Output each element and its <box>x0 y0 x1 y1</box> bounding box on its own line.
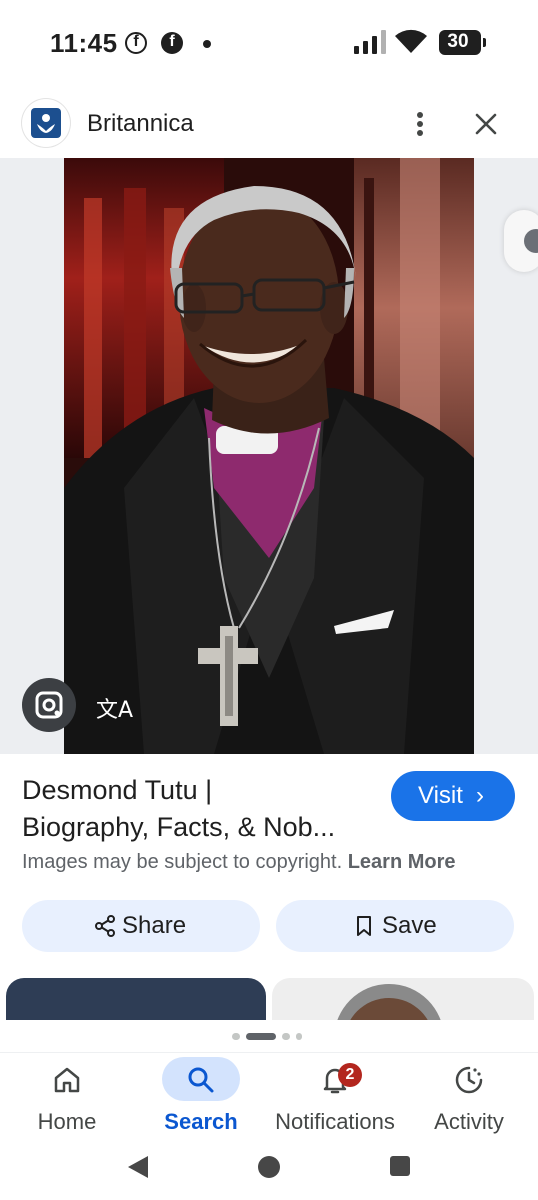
visit-button[interactable]: Visit › <box>391 771 515 821</box>
save-label: Save <box>382 912 437 939</box>
nav-notifications-label: Notifications <box>275 1109 395 1134</box>
nav-home[interactable]: Home <box>0 1053 134 1143</box>
google-lens-icon[interactable] <box>22 678 76 732</box>
status-time: 11:45 <box>50 28 118 58</box>
home-icon <box>54 1067 80 1093</box>
result-title[interactable]: Desmond Tutu | Biography, Facts, & Nob..… <box>22 772 382 846</box>
nav-activity-label: Activity <box>434 1109 504 1134</box>
bookmark-icon <box>357 916 371 936</box>
next-image-peek[interactable] <box>504 210 538 272</box>
britannica-logo-icon[interactable] <box>22 99 70 147</box>
home-button-icon[interactable] <box>258 1156 280 1178</box>
battery-icon: 30 <box>439 30 486 55</box>
signal-icon <box>354 30 388 54</box>
source-header: Britannica <box>0 88 538 158</box>
translate-glyph: 文A <box>96 698 134 723</box>
result-title-line1: Desmond Tutu | <box>22 775 213 805</box>
more-vert-icon[interactable] <box>404 104 436 144</box>
image-viewer: 文A <box>0 158 538 754</box>
related-image[interactable] <box>6 978 266 1020</box>
battery-level: 30 <box>447 31 469 52</box>
nav-search-label: Search <box>164 1109 238 1134</box>
status-bar: 11:45 f f 30 <box>0 0 538 88</box>
result-image[interactable] <box>64 158 474 754</box>
nav-search[interactable]: Search <box>134 1053 268 1143</box>
translate-icon[interactable]: 文A <box>82 678 136 732</box>
facebook-icon: f <box>161 32 183 54</box>
copyright-text: Images may be subject to copyright. <box>22 851 343 873</box>
nav-home-label: Home <box>37 1109 97 1134</box>
notification-dot-icon <box>203 40 211 48</box>
page-indicator <box>232 1030 312 1042</box>
related-image[interactable] <box>272 978 534 1020</box>
nav-activity[interactable]: Activity <box>402 1053 536 1143</box>
learn-more-link[interactable]: Learn More <box>348 851 456 873</box>
copyright-notice: Images may be subject to copyright. Lear… <box>22 851 456 874</box>
nav-notifications[interactable]: 2 Notifications <box>268 1053 402 1143</box>
recents-icon[interactable] <box>390 1156 410 1176</box>
back-icon[interactable] <box>126 1154 150 1180</box>
system-nav-bar <box>0 1142 538 1200</box>
notification-badge: 2 <box>338 1063 362 1087</box>
share-button[interactable]: Share <box>22 900 260 952</box>
activity-icon <box>455 1066 483 1094</box>
close-icon[interactable] <box>468 106 504 142</box>
save-button[interactable]: Save <box>276 900 514 952</box>
search-icon <box>188 1067 214 1093</box>
visit-label: Visit <box>418 782 463 809</box>
related-images <box>0 978 538 1020</box>
result-title-line2: Biography, Facts, & Nob... <box>22 812 336 842</box>
chevron-right-icon: › <box>476 782 484 809</box>
source-name[interactable]: Britannica <box>87 110 194 138</box>
bottom-nav: Home Search 2 Notifications Activity <box>0 1052 538 1142</box>
facebook-outline-icon: f <box>125 32 147 54</box>
share-label: Share <box>122 912 187 939</box>
share-icon <box>95 915 115 937</box>
wifi-icon <box>395 29 427 53</box>
